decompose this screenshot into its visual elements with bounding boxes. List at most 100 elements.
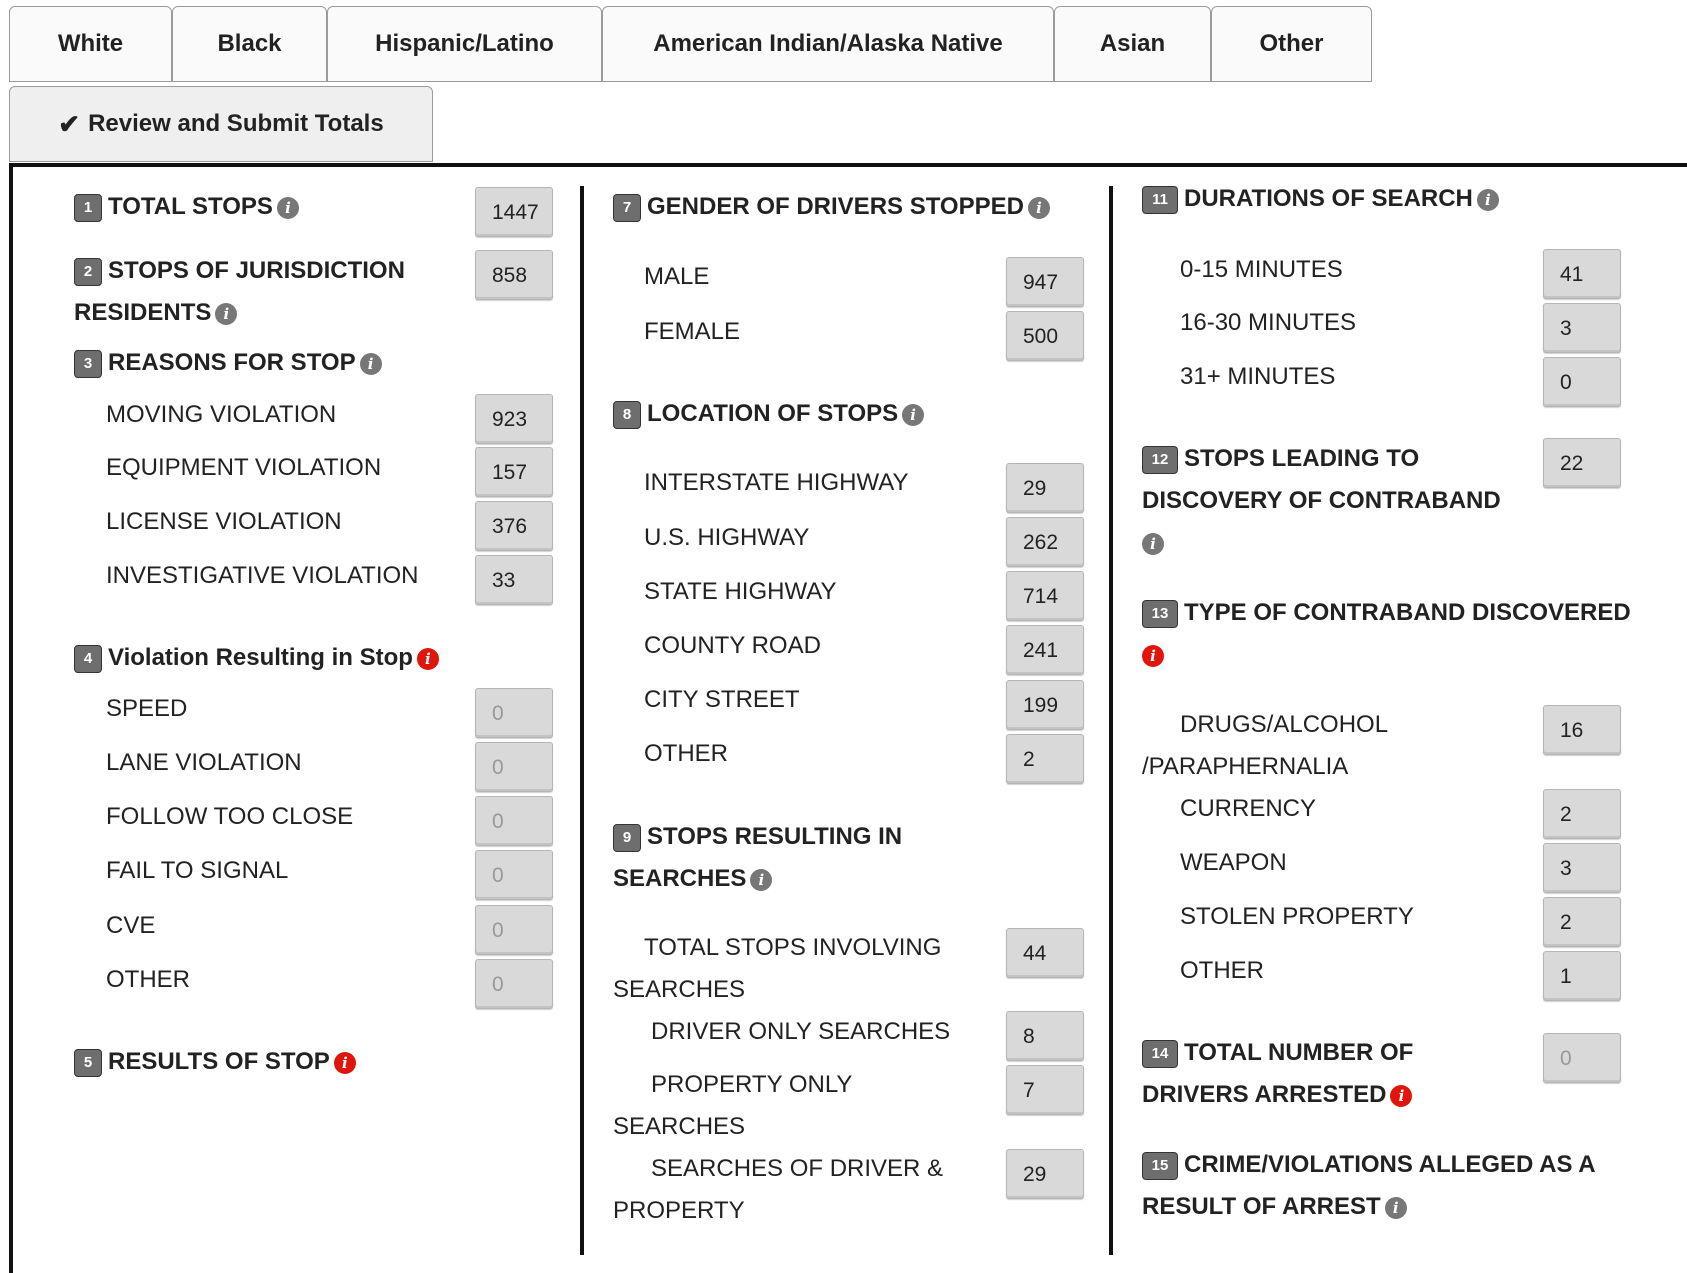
section-violation-resulting-in-stop: 4 Violation Resulting in Stop i bbox=[74, 637, 439, 679]
currency-input[interactable]: 2 bbox=[1543, 789, 1621, 839]
section-number: 8 bbox=[613, 400, 641, 429]
section-gender-of-drivers: 7 GENDER OF DRIVERS STOPPED i bbox=[613, 186, 1050, 228]
field-label: 31+ MINUTES bbox=[1180, 363, 1336, 390]
tab-review-submit[interactable]: ✔ Review and Submit Totals bbox=[9, 86, 433, 162]
field-label: FOLLOW TOO CLOSE bbox=[106, 803, 354, 830]
field-label-line1: PROPERTY ONLY bbox=[651, 1071, 853, 1098]
field-label-line2: /PARAPHERNALIA bbox=[1142, 753, 1349, 780]
info-icon[interactable]: i bbox=[359, 352, 382, 375]
section-total-stops: 1 TOTAL STOPS i bbox=[74, 186, 299, 228]
state-highway-input[interactable]: 714 bbox=[1006, 571, 1084, 621]
info-icon[interactable]: i bbox=[750, 868, 773, 891]
section-title: STOPS RESULTING IN bbox=[647, 823, 903, 850]
total-stops-involving-searches-input[interactable]: 44 bbox=[1006, 928, 1084, 978]
info-icon[interactable]: i bbox=[1384, 1196, 1407, 1219]
field-label: OTHER bbox=[1180, 957, 1264, 984]
section-crime-violations-alleged: 15 CRIME/VIOLATIONS ALLEGED AS A RESULT O… bbox=[1142, 1144, 1662, 1228]
license-violation-input[interactable]: 376 bbox=[475, 501, 553, 551]
section-number: 7 bbox=[613, 193, 641, 222]
section-title-line2: DISCOVERY OF CONTRABAND bbox=[1142, 487, 1501, 514]
section-title: CRIME/VIOLATIONS ALLEGED AS A bbox=[1184, 1151, 1596, 1178]
property-only-searches-input[interactable]: 7 bbox=[1006, 1065, 1084, 1115]
info-icon[interactable]: i bbox=[215, 302, 238, 325]
interstate-highway-input[interactable]: 29 bbox=[1006, 463, 1084, 513]
drivers-arrested-input[interactable]: 0 bbox=[1543, 1033, 1621, 1083]
section-number: 2 bbox=[74, 257, 102, 286]
field-label: DRIVER ONLY SEARCHES bbox=[651, 1018, 951, 1045]
field-label: FEMALE bbox=[644, 318, 741, 345]
section-title-line2: RESULT OF ARREST bbox=[1142, 1193, 1381, 1220]
field-label-line1: SEARCHES OF DRIVER & bbox=[651, 1155, 944, 1182]
info-icon[interactable]: i bbox=[1142, 532, 1164, 555]
duration-0-15-input[interactable]: 41 bbox=[1543, 249, 1621, 299]
contraband-discovery-input[interactable]: 22 bbox=[1543, 438, 1621, 488]
field-label: OTHER bbox=[106, 966, 190, 993]
investigative-violation-input[interactable]: 33 bbox=[475, 555, 553, 605]
section-title: LOCATION OF STOPS bbox=[647, 400, 899, 427]
tab-hispanic-latino[interactable]: Hispanic/Latino bbox=[327, 6, 602, 82]
section-drivers-arrested: 14 TOTAL NUMBER OF DRIVERS ARRESTED i bbox=[1142, 1032, 1542, 1116]
us-highway-input[interactable]: 262 bbox=[1006, 517, 1084, 567]
info-icon[interactable]: i bbox=[416, 647, 439, 670]
info-icon[interactable]: i bbox=[902, 403, 925, 426]
field-label: MALE bbox=[644, 263, 710, 290]
field-label: 0-15 MINUTES bbox=[1180, 256, 1343, 283]
cve-input[interactable]: 0 bbox=[475, 905, 553, 955]
moving-violation-input[interactable]: 923 bbox=[475, 394, 553, 444]
field-label: MOVING VIOLATION bbox=[106, 401, 337, 428]
field-label: LANE VIOLATION bbox=[106, 749, 302, 776]
section-jurisdiction-residents: 2 STOPS OF JURISDICTION RESIDENTS i bbox=[74, 250, 474, 334]
equipment-violation-input[interactable]: 157 bbox=[475, 447, 553, 497]
info-icon[interactable]: i bbox=[1027, 196, 1050, 219]
female-input[interactable]: 500 bbox=[1006, 311, 1084, 361]
field-label: INTERSTATE HIGHWAY bbox=[644, 469, 909, 496]
section-number: 11 bbox=[1142, 185, 1178, 214]
tab-white[interactable]: White bbox=[9, 6, 172, 82]
section-number: 14 bbox=[1142, 1039, 1178, 1068]
other-violation-input[interactable]: 0 bbox=[475, 959, 553, 1009]
searches-driver-property-input[interactable]: 29 bbox=[1006, 1149, 1084, 1199]
speed-input[interactable]: 0 bbox=[475, 688, 553, 738]
county-road-input[interactable]: 241 bbox=[1006, 625, 1084, 675]
field-label: COUNTY ROAD bbox=[644, 632, 821, 659]
field-label: SPEED bbox=[106, 695, 188, 722]
duration-16-30-input[interactable]: 3 bbox=[1543, 303, 1621, 353]
total-stops-input[interactable]: 1447 bbox=[475, 187, 553, 237]
field-label-line2: PROPERTY bbox=[613, 1197, 745, 1224]
weapon-input[interactable]: 3 bbox=[1543, 843, 1621, 893]
lane-violation-input[interactable]: 0 bbox=[475, 742, 553, 792]
field-label-line2: SEARCHES bbox=[613, 976, 746, 1003]
tab-american-indian-alaska-native[interactable]: American Indian/Alaska Native bbox=[602, 6, 1054, 82]
jurisdiction-residents-input[interactable]: 858 bbox=[475, 250, 553, 300]
info-icon[interactable]: i bbox=[276, 196, 299, 219]
section-title-line2: DRIVERS ARRESTED bbox=[1142, 1081, 1387, 1108]
field-label: FAIL TO SIGNAL bbox=[106, 857, 289, 884]
section-number: 13 bbox=[1142, 599, 1178, 628]
field-label: OTHER bbox=[644, 740, 728, 767]
other-location-input[interactable]: 2 bbox=[1006, 734, 1084, 784]
city-street-input[interactable]: 199 bbox=[1006, 680, 1084, 730]
field-label-line2: SEARCHES bbox=[613, 1113, 746, 1140]
fail-to-signal-input[interactable]: 0 bbox=[475, 850, 553, 900]
info-icon[interactable]: i bbox=[1142, 644, 1164, 667]
section-number: 15 bbox=[1142, 1151, 1178, 1180]
info-icon[interactable]: i bbox=[333, 1051, 356, 1074]
duration-31-plus-input[interactable]: 0 bbox=[1543, 357, 1621, 407]
field-label: EQUIPMENT VIOLATION bbox=[106, 454, 382, 481]
section-number: 3 bbox=[74, 349, 102, 378]
section-results-of-stop: 5 RESULTS OF STOP i bbox=[74, 1041, 356, 1083]
tab-asian[interactable]: Asian bbox=[1054, 6, 1211, 82]
section-title: TYPE OF CONTRABAND DISCOVERED bbox=[1184, 599, 1631, 626]
stolen-property-input[interactable]: 2 bbox=[1543, 897, 1621, 947]
drugs-alcohol-input[interactable]: 16 bbox=[1543, 705, 1621, 755]
section-number: 5 bbox=[74, 1048, 102, 1077]
tab-black[interactable]: Black bbox=[172, 6, 327, 82]
tab-other[interactable]: Other bbox=[1211, 6, 1372, 82]
section-location-of-stops: 8 LOCATION OF STOPS i bbox=[613, 393, 925, 435]
driver-only-searches-input[interactable]: 8 bbox=[1006, 1011, 1084, 1061]
follow-too-close-input[interactable]: 0 bbox=[475, 796, 553, 846]
male-input[interactable]: 947 bbox=[1006, 257, 1084, 307]
other-contraband-input[interactable]: 1 bbox=[1543, 951, 1621, 1001]
info-icon[interactable]: i bbox=[1476, 188, 1499, 211]
info-icon[interactable]: i bbox=[1390, 1084, 1413, 1107]
